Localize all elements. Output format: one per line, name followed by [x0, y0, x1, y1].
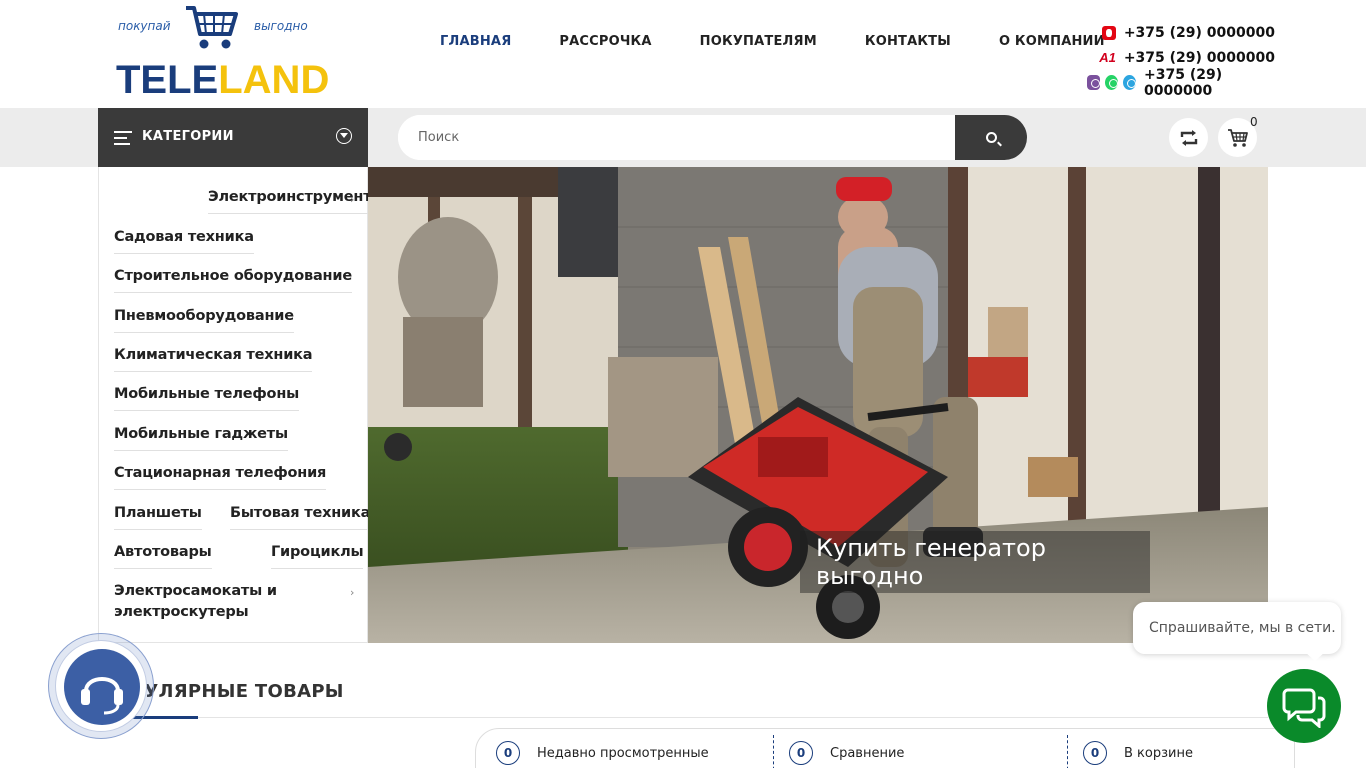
- cart-icon: [1227, 128, 1248, 147]
- categories-toggle[interactable]: КАТЕГОРИИ: [98, 108, 368, 167]
- page: покупай выгодно TELELAND ГЛАВНАЯ РАССРОЧ…: [0, 0, 1366, 768]
- logo-brand-part1: TELE: [116, 58, 219, 102]
- chat-greeting[interactable]: Спрашивайте, мы в сети.: [1133, 602, 1341, 661]
- chevron-right-icon: ›: [350, 193, 355, 206]
- nav-installment[interactable]: РАССРОЧКА: [559, 34, 651, 49]
- logo-cart-icon: [186, 6, 238, 49]
- recently-viewed-label: Недавно просмотренные: [537, 745, 709, 761]
- phone-number: +375 (29) 0000000: [1123, 49, 1275, 66]
- category-item[interactable]: Электроинструмент: [208, 189, 372, 214]
- category-item[interactable]: Планшеты: [114, 505, 202, 530]
- category-item[interactable]: Строительное оборудование: [114, 268, 352, 293]
- category-item[interactable]: Автотовары: [114, 544, 212, 569]
- in-cart-count: 0: [1083, 741, 1107, 765]
- separator: [773, 735, 774, 768]
- phone-row-mts[interactable]: +375 (29) 0000000: [1082, 20, 1292, 45]
- site-logo[interactable]: покупай выгодно TELELAND: [116, 4, 329, 102]
- recently-viewed-tab[interactable]: 0 Недавно просмотренные: [496, 741, 709, 765]
- compare-button[interactable]: [1169, 118, 1208, 157]
- category-item[interactable]: Гироциклы: [271, 544, 364, 569]
- phone-list: +375 (29) 0000000 A1 +375 (29) 0000000 +…: [1082, 20, 1292, 99]
- section-divider: [98, 717, 1268, 718]
- chat-button[interactable]: [1267, 669, 1341, 743]
- cart-count-badge: 0: [1250, 115, 1258, 129]
- nav-contacts[interactable]: КОНТАКТЫ: [865, 34, 951, 49]
- viber-icon[interactable]: [1087, 75, 1100, 90]
- category-item[interactable]: Бытовая техника: [230, 505, 370, 530]
- categories-label: КАТЕГОРИИ: [142, 129, 234, 144]
- headset-icon: [81, 677, 123, 715]
- nav-home[interactable]: ГЛАВНАЯ: [440, 34, 511, 49]
- main-nav: ГЛАВНАЯ РАССРОЧКА ПОКУПАТЕЛЯМ КОНТАКТЫ О…: [440, 34, 1153, 49]
- separator: [1067, 735, 1068, 768]
- search-form: [398, 115, 1027, 160]
- support-button-ring: [55, 640, 147, 732]
- logo-tagline-right: выгодно: [254, 19, 308, 33]
- search-icon: [985, 132, 997, 143]
- search-button[interactable]: [955, 115, 1027, 160]
- recently-viewed-count: 0: [496, 741, 520, 765]
- menu-icon: [114, 131, 132, 145]
- category-item[interactable]: Климатическая техника: [114, 347, 313, 372]
- support-button-core: [64, 649, 140, 725]
- category-item[interactable]: Садовая техника: [114, 229, 254, 254]
- nav-customers[interactable]: ПОКУПАТЕЛЯМ: [700, 34, 817, 49]
- phone-number: +375 (29) 0000000: [1144, 66, 1223, 99]
- category-item[interactable]: Стационарная телефония: [114, 465, 326, 490]
- mts-icon: [1101, 25, 1116, 40]
- in-cart-tab[interactable]: 0 В корзине: [1083, 741, 1193, 765]
- whatsapp-icon[interactable]: [1105, 75, 1118, 90]
- telegram-icon[interactable]: [1123, 75, 1136, 90]
- a1-icon: A1: [1099, 50, 1116, 65]
- category-item[interactable]: Электросамокаты и электроскутеры: [114, 581, 289, 631]
- category-item[interactable]: Мобильные телефоны: [114, 386, 299, 411]
- in-cart-label: В корзине: [1124, 745, 1193, 761]
- compare-icon: [1180, 129, 1197, 146]
- compare-label: Сравнение: [830, 745, 905, 761]
- chat-icon: [1282, 688, 1326, 728]
- category-item[interactable]: Пневмооборудование: [114, 308, 294, 333]
- header: покупай выгодно TELELAND ГЛАВНАЯ РАССРОЧ…: [0, 0, 1366, 108]
- compare-count: 0: [789, 741, 813, 765]
- chevron-down-circle-icon: [336, 128, 352, 144]
- compare-tab[interactable]: 0 Сравнение: [789, 741, 904, 765]
- logo-tagline-left: покупай: [118, 19, 171, 33]
- logo-brand: TELELAND: [116, 60, 329, 100]
- category-item[interactable]: Мобильные гаджеты: [114, 426, 288, 451]
- chevron-right-icon: ›: [350, 586, 355, 599]
- support-button[interactable]: [48, 633, 154, 739]
- search-input[interactable]: [398, 115, 955, 160]
- phone-number: +375 (29) 0000000: [1123, 24, 1275, 41]
- banner-caption[interactable]: Купить генератор выгодно: [800, 531, 1150, 593]
- bottom-panel: 0 Недавно просмотренные 0 Сравнение 0 В …: [475, 728, 1295, 768]
- phone-row-messengers[interactable]: +375 (29) 0000000: [1082, 67, 1292, 99]
- logo-brand-part2: LAND: [218, 58, 330, 102]
